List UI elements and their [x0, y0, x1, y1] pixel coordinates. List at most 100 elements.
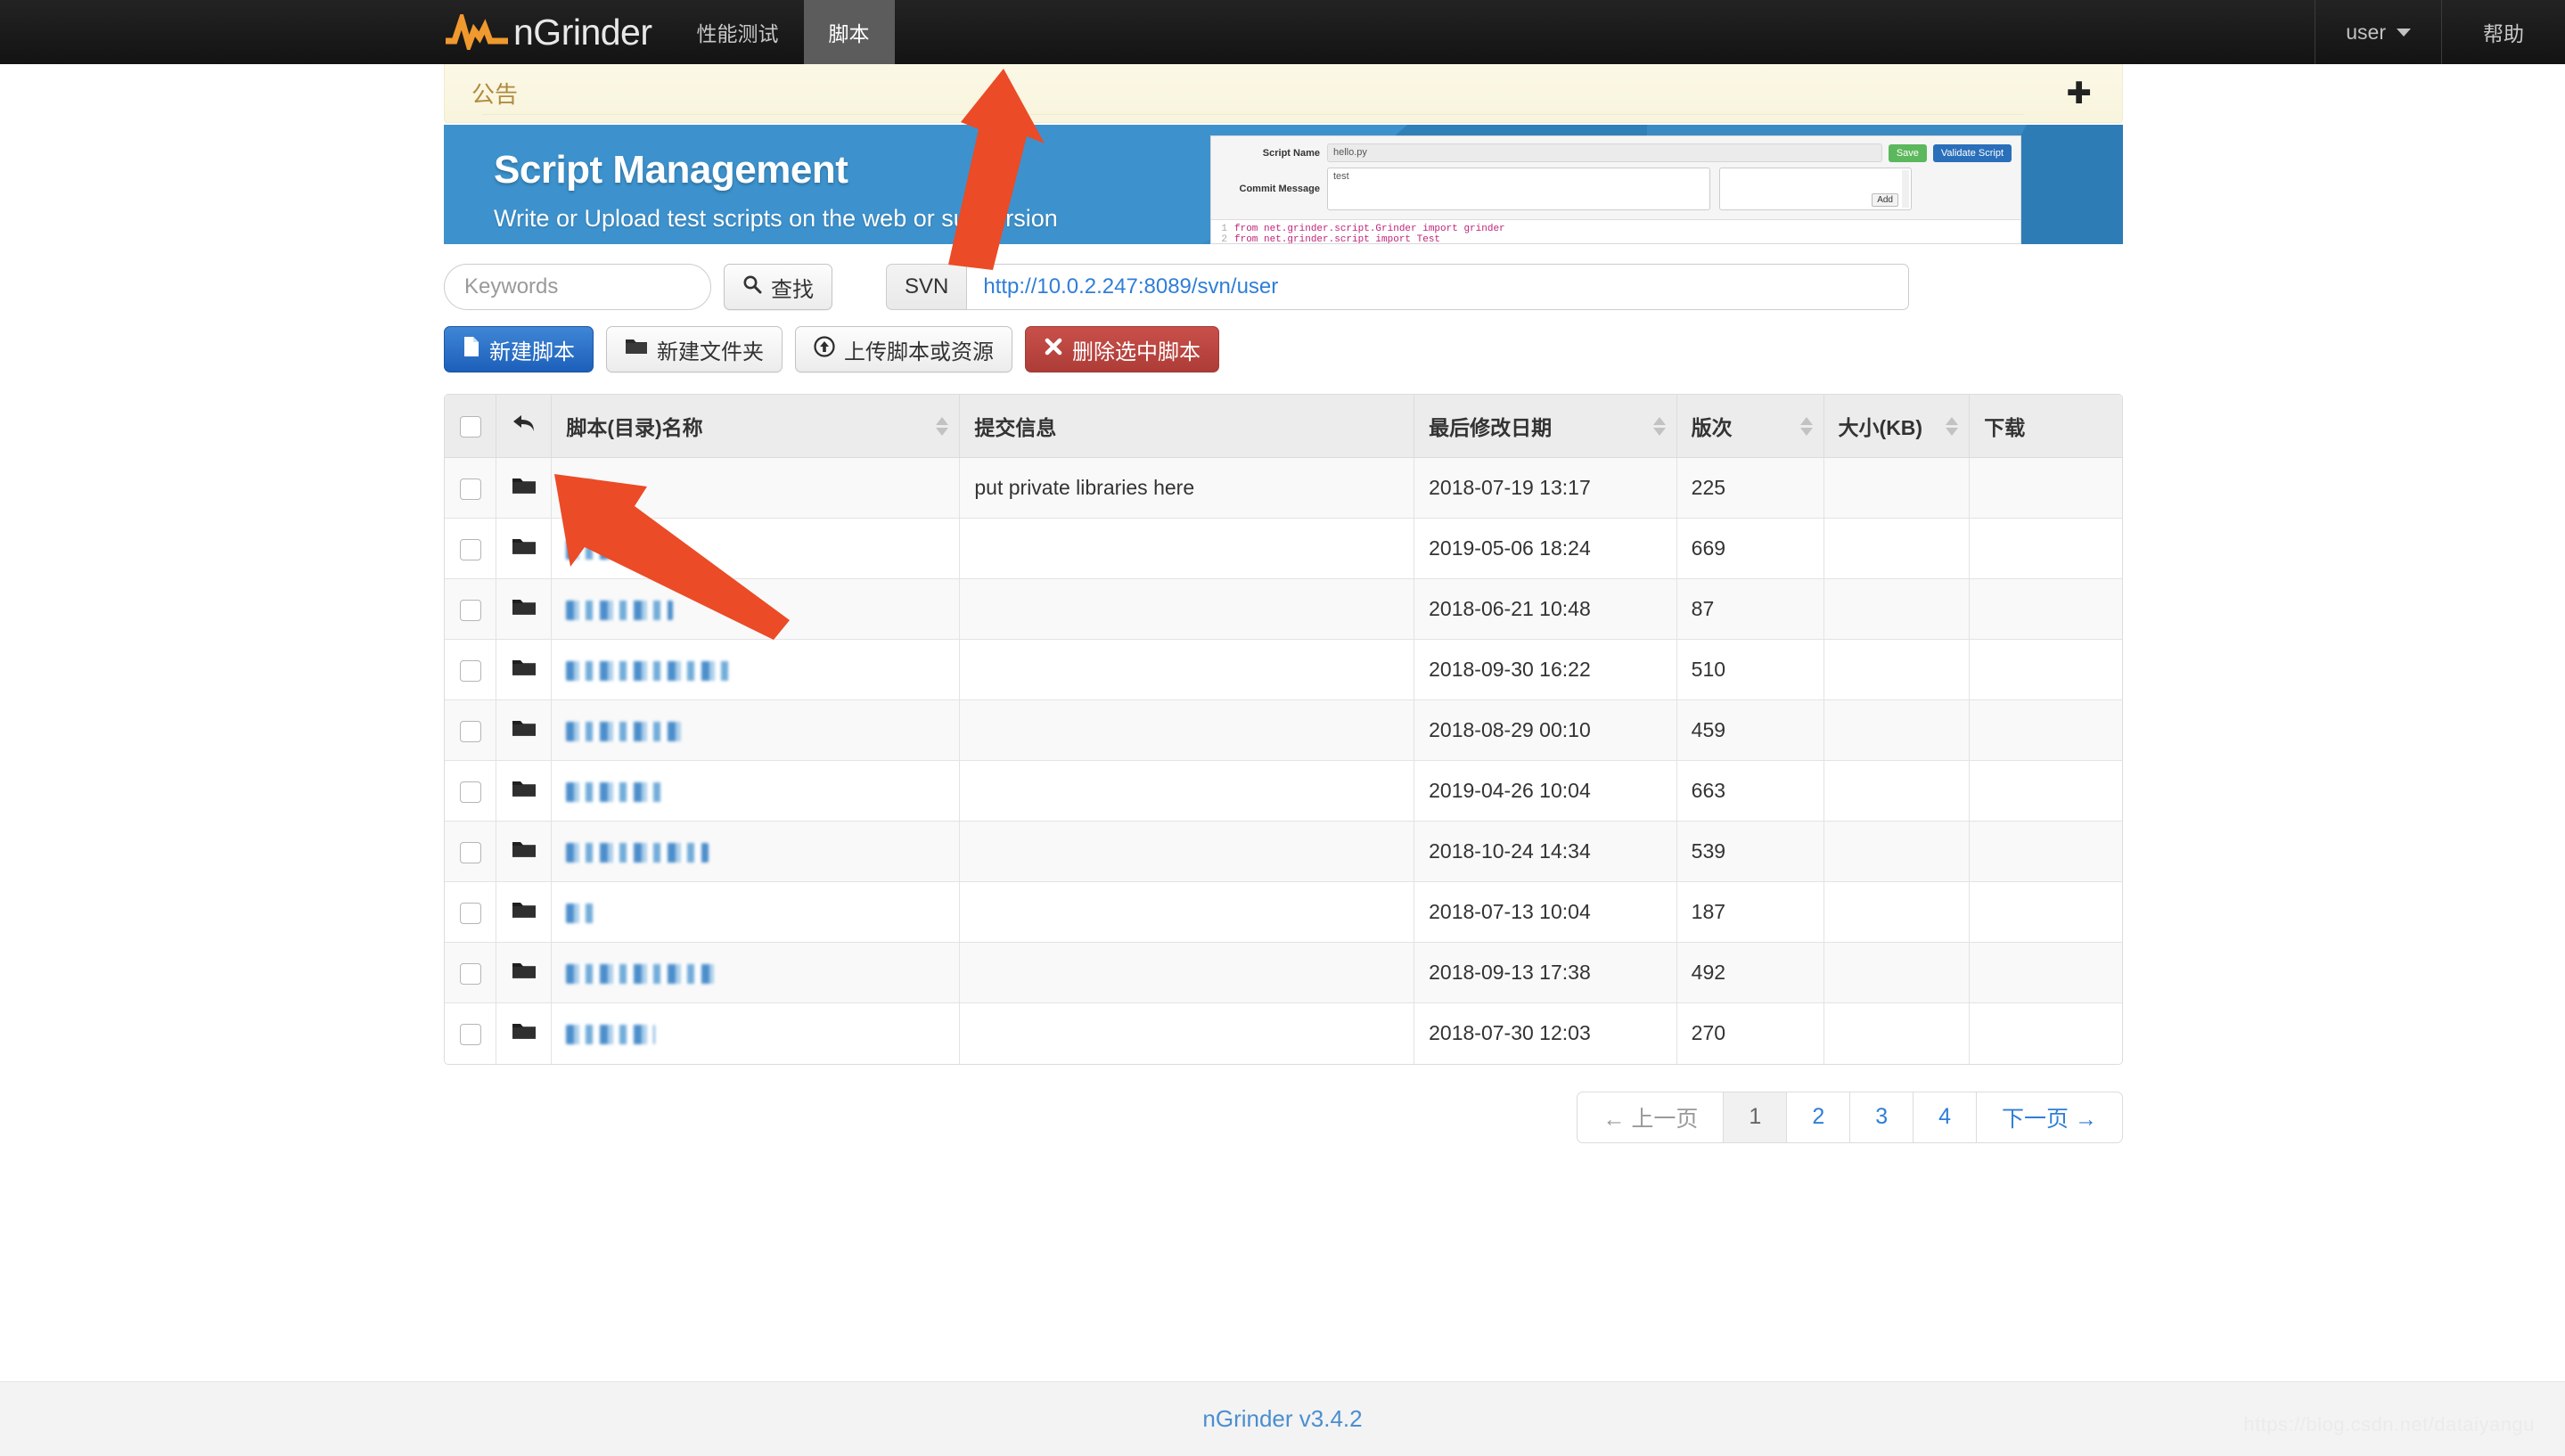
- nav-item-help[interactable]: 帮助: [2442, 0, 2565, 64]
- table-row[interactable]: 2019-05-06 18:24669: [445, 519, 2122, 579]
- announcement-divider: [482, 114, 2024, 115]
- row-message-cell: [960, 579, 1414, 640]
- row-download-cell: [1970, 1003, 2122, 1064]
- row-size-cell: [1823, 579, 1970, 640]
- row-size-cell: [1823, 640, 1970, 700]
- row-message-cell: [960, 1003, 1414, 1064]
- row-message-cell: [960, 519, 1414, 579]
- header-size[interactable]: 大小(KB): [1823, 395, 1970, 458]
- sort-icon[interactable]: [1946, 414, 1958, 438]
- row-name-cell[interactable]: [552, 640, 960, 700]
- back-arrow-icon[interactable]: [512, 412, 537, 439]
- row-checkbox[interactable]: [460, 903, 481, 924]
- close-x-icon: [1044, 337, 1063, 363]
- svn-url-link[interactable]: http://10.0.2.247:8089/svn/user: [966, 264, 1909, 310]
- row-select-cell: [445, 579, 496, 640]
- row-checkbox[interactable]: [460, 539, 481, 560]
- header-script-name-label: 脚本(目录)名称: [566, 416, 702, 439]
- folder-icon: [512, 899, 537, 926]
- plus-icon[interactable]: ✚: [2067, 78, 2093, 109]
- row-name-cell[interactable]: [552, 943, 960, 1003]
- header-commit-message: 提交信息: [960, 395, 1414, 458]
- pagination-page-1[interactable]: 1: [1724, 1092, 1787, 1142]
- nav-item-performance-test[interactable]: 性能测试: [672, 0, 804, 64]
- table-row[interactable]: 2018-06-21 10:4887: [445, 579, 2122, 640]
- header-download-label: 下载: [1984, 416, 2025, 439]
- row-size-cell: [1823, 458, 1970, 519]
- script-name-redacted: [566, 1025, 655, 1044]
- row-checkbox[interactable]: [460, 600, 481, 621]
- sort-icon[interactable]: [1800, 414, 1813, 438]
- row-checkbox[interactable]: [460, 721, 481, 742]
- table-row[interactable]: 2018-10-24 14:34539: [445, 822, 2122, 882]
- row-select-cell: [445, 519, 496, 579]
- row-checkbox[interactable]: [460, 963, 481, 985]
- row-size-cell: [1823, 882, 1970, 943]
- row-name-cell[interactable]: [552, 458, 960, 519]
- preview-side-scrollbar: [1902, 170, 1909, 208]
- pagination-prev[interactable]: ← 上一页: [1578, 1092, 1724, 1142]
- brand-logo-group[interactable]: nGrinder: [444, 0, 672, 64]
- row-name-cell[interactable]: [552, 579, 960, 640]
- search-button[interactable]: 查找: [724, 264, 832, 310]
- folder-icon: [512, 657, 537, 683]
- preview-code-text: from net.grinder.script import Test: [1234, 234, 1440, 244]
- folder-icon: [512, 475, 537, 502]
- folder-icon: [512, 778, 537, 805]
- pagination-next[interactable]: 下一页 →: [1977, 1092, 2122, 1142]
- header-revision[interactable]: 版次: [1676, 395, 1823, 458]
- row-name-cell[interactable]: [552, 700, 960, 761]
- table-row[interactable]: 2019-04-26 10:04663: [445, 761, 2122, 822]
- pagination-page-3[interactable]: 3: [1850, 1092, 1914, 1142]
- select-all-checkbox[interactable]: [460, 416, 481, 438]
- row-checkbox[interactable]: [460, 842, 481, 863]
- new-script-button[interactable]: 新建脚本: [444, 326, 594, 372]
- row-checkbox[interactable]: [460, 660, 481, 682]
- pagination-page-2[interactable]: 2: [1787, 1092, 1850, 1142]
- script-name-redacted: [566, 661, 735, 681]
- pagination-page-4[interactable]: 4: [1914, 1092, 1977, 1142]
- row-name-cell[interactable]: [552, 882, 960, 943]
- row-checkbox[interactable]: [460, 781, 481, 803]
- row-checkbox[interactable]: [460, 479, 481, 500]
- table-row[interactable]: 2018-07-30 12:03270: [445, 1003, 2122, 1064]
- row-revision-cell: 669: [1676, 519, 1823, 579]
- header-script-name[interactable]: 脚本(目录)名称: [552, 395, 960, 458]
- row-name-cell[interactable]: [552, 1003, 960, 1064]
- search-input[interactable]: [444, 264, 711, 310]
- preview-side-panel: Add: [1719, 168, 1912, 210]
- preview-line-number: 2: [1211, 234, 1234, 244]
- sort-icon[interactable]: [936, 414, 948, 438]
- row-download-cell: [1970, 640, 2122, 700]
- table-row[interactable]: 2018-09-13 17:38492: [445, 943, 2122, 1003]
- footer-version[interactable]: nGrinder v3.4.2: [1202, 1405, 1362, 1433]
- row-name-cell[interactable]: [552, 519, 960, 579]
- row-download-cell: [1970, 458, 2122, 519]
- row-revision-cell: 663: [1676, 761, 1823, 822]
- pagination-container: ← 上一页 1 2 3 4 下一页 →: [444, 1092, 2123, 1150]
- delete-selected-button[interactable]: 删除选中脚本: [1025, 326, 1219, 372]
- row-size-cell: [1823, 519, 1970, 579]
- preview-code-line: 1 from net.grinder.script.Grinder import…: [1211, 224, 2020, 234]
- sort-icon[interactable]: [1653, 414, 1666, 438]
- table-row[interactable]: 2018-07-13 10:04187: [445, 882, 2122, 943]
- table-row[interactable]: 2018-09-30 16:22510: [445, 640, 2122, 700]
- toolbar-row-actions: 新建脚本 新建文件夹: [444, 326, 2123, 372]
- banner-subtitle: Write or Upload test scripts on the web …: [494, 205, 1058, 233]
- table-row[interactable]: put private libraries here2018-07-19 13:…: [445, 458, 2122, 519]
- preview-script-name-label: Script Name: [1220, 148, 1327, 159]
- row-revision-cell: 510: [1676, 640, 1823, 700]
- row-date-cell: 2018-09-13 17:38: [1414, 943, 1677, 1003]
- row-checkbox[interactable]: [460, 1024, 481, 1045]
- nav-item-script[interactable]: 脚本: [804, 0, 895, 64]
- row-name-cell[interactable]: [552, 822, 960, 882]
- table-row[interactable]: 2018-08-29 00:10459: [445, 700, 2122, 761]
- new-folder-button[interactable]: 新建文件夹: [606, 326, 783, 372]
- upload-button[interactable]: 上传脚本或资源: [795, 326, 1012, 372]
- row-name-cell[interactable]: [552, 761, 960, 822]
- user-menu[interactable]: user: [2315, 0, 2442, 64]
- preview-code-text: from net.grinder.script.Grinder import g…: [1234, 224, 1505, 234]
- row-select-cell: [445, 640, 496, 700]
- row-revision-cell: 270: [1676, 1003, 1823, 1064]
- header-last-modified[interactable]: 最后修改日期: [1414, 395, 1677, 458]
